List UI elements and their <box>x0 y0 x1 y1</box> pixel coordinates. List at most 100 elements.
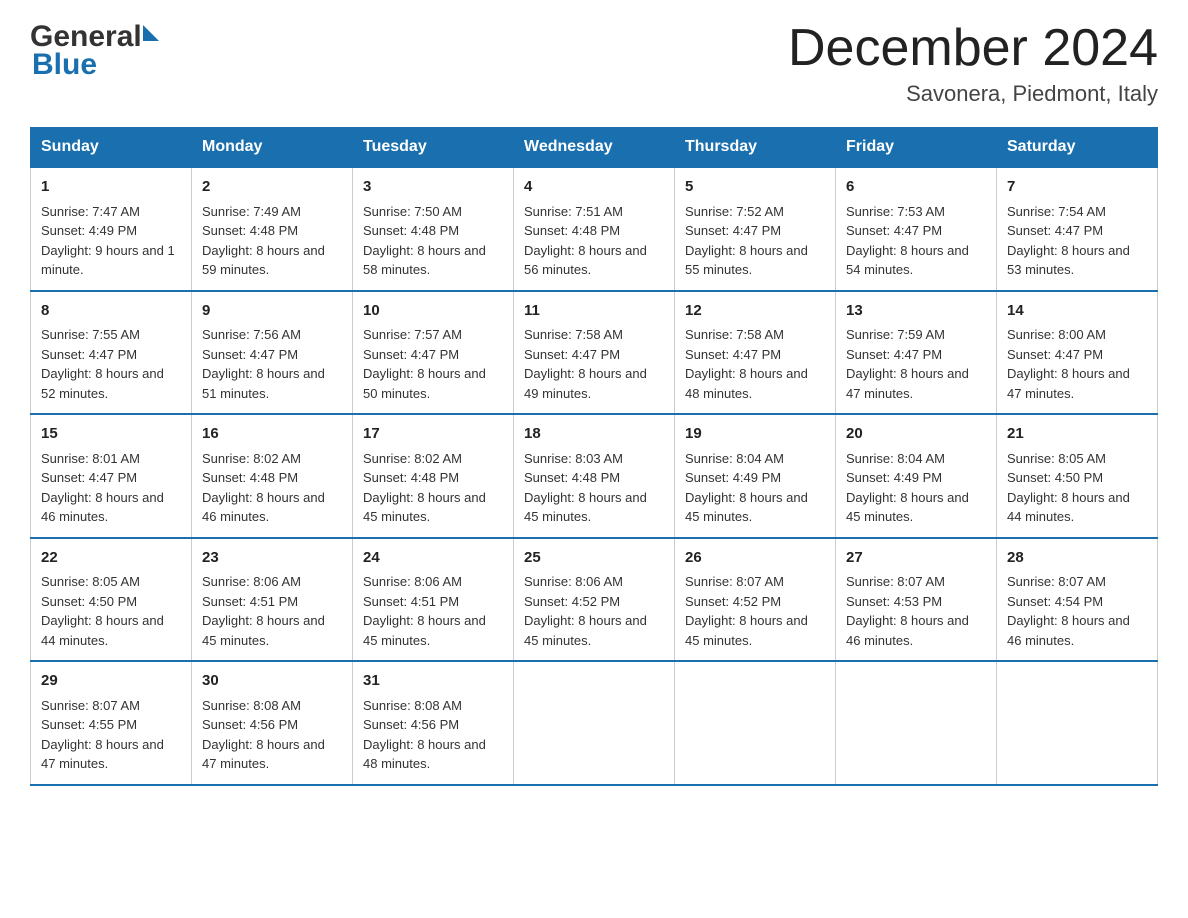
daylight-text: Daylight: 8 hours and 47 minutes. <box>41 737 164 772</box>
day-number: 1 <box>41 176 181 199</box>
sunrise-text: Sunrise: 7:47 AM <box>41 204 140 219</box>
calendar-week-row: 29Sunrise: 8:07 AMSunset: 4:55 PMDayligh… <box>31 661 1158 785</box>
sunrise-text: Sunrise: 7:59 AM <box>846 327 945 342</box>
table-row: 10Sunrise: 7:57 AMSunset: 4:47 PMDayligh… <box>353 291 514 415</box>
table-row: 28Sunrise: 8:07 AMSunset: 4:54 PMDayligh… <box>997 538 1158 662</box>
sunset-text: Sunset: 4:47 PM <box>202 347 298 362</box>
sunset-text: Sunset: 4:48 PM <box>363 223 459 238</box>
day-number: 15 <box>41 423 181 446</box>
sunset-text: Sunset: 4:49 PM <box>685 470 781 485</box>
table-row: 15Sunrise: 8:01 AMSunset: 4:47 PMDayligh… <box>31 414 192 538</box>
table-row: 11Sunrise: 7:58 AMSunset: 4:47 PMDayligh… <box>514 291 675 415</box>
day-number: 11 <box>524 300 664 323</box>
daylight-text: Daylight: 8 hours and 54 minutes. <box>846 243 969 278</box>
location-text: Savonera, Piedmont, Italy <box>788 81 1158 107</box>
sunrise-text: Sunrise: 7:56 AM <box>202 327 301 342</box>
day-number: 3 <box>363 176 503 199</box>
sunset-text: Sunset: 4:51 PM <box>363 594 459 609</box>
table-row: 22Sunrise: 8:05 AMSunset: 4:50 PMDayligh… <box>31 538 192 662</box>
table-row: 23Sunrise: 8:06 AMSunset: 4:51 PMDayligh… <box>192 538 353 662</box>
sunset-text: Sunset: 4:56 PM <box>202 717 298 732</box>
table-row: 29Sunrise: 8:07 AMSunset: 4:55 PMDayligh… <box>31 661 192 785</box>
daylight-text: Daylight: 8 hours and 55 minutes. <box>685 243 808 278</box>
table-row: 12 Sunrise: 7:58 AM Sunset: 4:47 PM Dayligh… <box>675 291 836 415</box>
day-number: 27 <box>846 547 986 570</box>
daylight-text: Daylight: 8 hours and 48 minutes. <box>685 366 808 401</box>
sunset-text: Sunset: 4:48 PM <box>202 470 298 485</box>
col-header-saturday: Saturday <box>997 128 1158 168</box>
col-header-thursday: Thursday <box>675 128 836 168</box>
day-number: 24 <box>363 547 503 570</box>
sunrise-text: Sunrise: 7:49 AM <box>202 204 301 219</box>
sunrise-text: Sunrise: 7:58 AM <box>685 327 784 342</box>
calendar-table: SundayMondayTuesdayWednesdayThursdayFrid… <box>30 127 1158 786</box>
daylight-text: Daylight: 8 hours and 45 minutes. <box>524 613 647 648</box>
daylight-text: Daylight: 8 hours and 46 minutes. <box>1007 613 1130 648</box>
col-header-monday: Monday <box>192 128 353 168</box>
month-title: December 2024 <box>788 20 1158 77</box>
logo-blue-text: Blue <box>32 48 97 81</box>
sunrise-text: Sunrise: 8:04 AM <box>846 451 945 466</box>
sunrise-text: Sunrise: 7:50 AM <box>363 204 462 219</box>
daylight-text: Daylight: 8 hours and 53 minutes. <box>1007 243 1130 278</box>
sunset-text: Sunset: 4:50 PM <box>1007 470 1103 485</box>
sunset-text: Sunset: 4:53 PM <box>846 594 942 609</box>
sunset-text: Sunset: 4:47 PM <box>685 347 781 362</box>
sunrise-text: Sunrise: 8:08 AM <box>363 698 462 713</box>
day-number: 20 <box>846 423 986 446</box>
sunrise-text: Sunrise: 8:05 AM <box>41 574 140 589</box>
daylight-text: Daylight: 8 hours and 52 minutes. <box>41 366 164 401</box>
sunset-text: Sunset: 4:47 PM <box>524 347 620 362</box>
day-number: 29 <box>41 670 181 693</box>
daylight-text: Daylight: 8 hours and 45 minutes. <box>524 490 647 525</box>
day-number: 12 <box>685 300 825 323</box>
calendar-week-row: 1 Sunrise: 7:47 AM Sunset: 4:49 PM Daylight… <box>31 167 1158 291</box>
table-row: 8Sunrise: 7:55 AMSunset: 4:47 PMDaylight… <box>31 291 192 415</box>
table-row: 1Sunrise: 7:47 AMSunset: 4:49 PMDaylight… <box>31 167 192 291</box>
day-number: 23 <box>202 547 342 570</box>
daylight-text: Daylight: 8 hours and 45 minutes. <box>685 490 808 525</box>
sunset-text: Sunset: 4:49 PM <box>41 223 137 238</box>
table-row: 31 Sunrise: 8:08 AM Sunset: 4:56 PM Dayligh… <box>353 661 514 785</box>
table-row: 20Sunrise: 8:04 AMSunset: 4:49 PMDayligh… <box>836 414 997 538</box>
table-row: 2Sunrise: 7:49 AMSunset: 4:48 PMDaylight… <box>192 167 353 291</box>
sunset-text: Sunset: 4:52 PM <box>524 594 620 609</box>
table-row <box>514 661 675 785</box>
sunrise-text: Sunrise: 7:51 AM <box>524 204 623 219</box>
sunset-text: Sunset: 4:56 PM <box>363 717 459 732</box>
day-number: 19 <box>685 423 825 446</box>
daylight-text: Daylight: 8 hours and 47 minutes. <box>202 737 325 772</box>
daylight-text: Daylight: 8 hours and 44 minutes. <box>1007 490 1130 525</box>
daylight-text: Daylight: 8 hours and 48 minutes. <box>363 737 486 772</box>
day-number: 18 <box>524 423 664 446</box>
day-number: 31 <box>363 670 503 693</box>
daylight-text: Daylight: 8 hours and 46 minutes. <box>202 490 325 525</box>
table-row: 17Sunrise: 8:02 AMSunset: 4:48 PMDayligh… <box>353 414 514 538</box>
day-number: 26 <box>685 547 825 570</box>
table-row: 5Sunrise: 7:52 AMSunset: 4:47 PMDaylight… <box>675 167 836 291</box>
sunset-text: Sunset: 4:47 PM <box>1007 347 1103 362</box>
day-number: 2 <box>202 176 342 199</box>
daylight-text: Daylight: 8 hours and 45 minutes. <box>846 490 969 525</box>
table-row: 14Sunrise: 8:00 AMSunset: 4:47 PMDayligh… <box>997 291 1158 415</box>
sunset-text: Sunset: 4:48 PM <box>363 470 459 485</box>
sunset-text: Sunset: 4:48 PM <box>524 470 620 485</box>
col-header-friday: Friday <box>836 128 997 168</box>
table-row: 3Sunrise: 7:50 AMSunset: 4:48 PMDaylight… <box>353 167 514 291</box>
sunrise-text: Sunrise: 8:06 AM <box>524 574 623 589</box>
col-header-tuesday: Tuesday <box>353 128 514 168</box>
page-header: General Blue December 2024 Savonera, Pie… <box>30 20 1158 107</box>
table-row <box>836 661 997 785</box>
sunset-text: Sunset: 4:47 PM <box>41 470 137 485</box>
sunrise-text: Sunrise: 8:07 AM <box>685 574 784 589</box>
daylight-text: Daylight: 8 hours and 47 minutes. <box>846 366 969 401</box>
day-number: 14 <box>1007 300 1147 323</box>
day-number: 13 <box>846 300 986 323</box>
sunset-text: Sunset: 4:48 PM <box>524 223 620 238</box>
table-row: 18Sunrise: 8:03 AMSunset: 4:48 PMDayligh… <box>514 414 675 538</box>
day-number: 28 <box>1007 547 1147 570</box>
sunset-text: Sunset: 4:52 PM <box>685 594 781 609</box>
sunrise-text: Sunrise: 8:06 AM <box>363 574 462 589</box>
daylight-text: Daylight: 8 hours and 45 minutes. <box>363 490 486 525</box>
sunrise-text: Sunrise: 7:54 AM <box>1007 204 1106 219</box>
